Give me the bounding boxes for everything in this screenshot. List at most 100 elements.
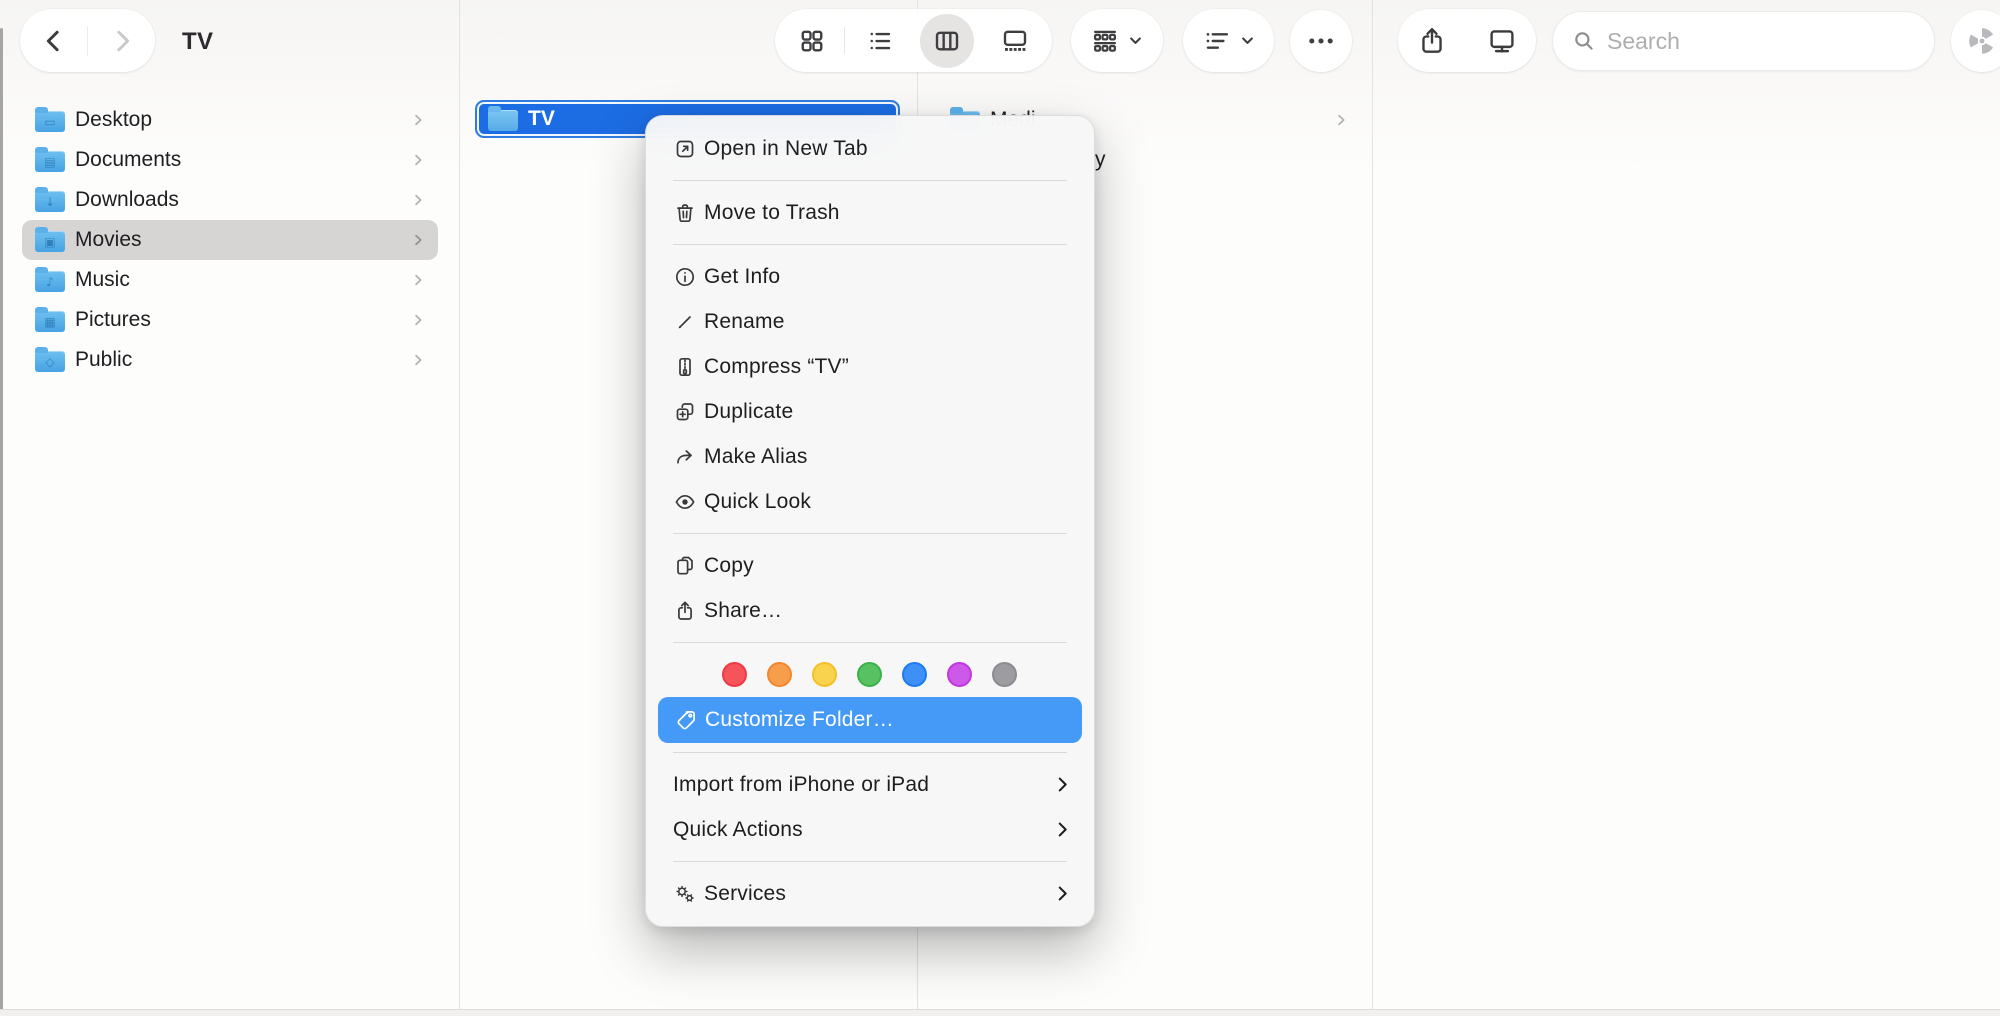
tag-blue[interactable] (902, 662, 927, 687)
menu-item-get-info[interactable]: Get Info (646, 254, 1094, 299)
folder-icon: ▣ (35, 227, 65, 252)
tag-green[interactable] (857, 662, 882, 687)
folder-icon: ◇ (35, 347, 65, 372)
folder-row-desktop[interactable]: ▭ Desktop (22, 100, 438, 140)
folder-icon: ↓ (35, 187, 65, 212)
chevron-right-icon (410, 232, 426, 248)
movies-emblem-icon: ▣ (44, 234, 56, 249)
public-emblem-icon: ◇ (45, 354, 55, 369)
folder-icon: ♪ (35, 267, 65, 292)
burn-button[interactable] (1951, 10, 2000, 72)
view-icons-button[interactable] (779, 9, 845, 72)
grid-view-icon (797, 26, 827, 56)
gears-icon (673, 882, 704, 906)
toolbar: TV (0, 0, 2000, 84)
sort-menu-button[interactable] (1183, 9, 1274, 72)
menu-separator (673, 533, 1067, 534)
back-button[interactable] (20, 9, 87, 72)
menu-item-open-in-new-tab[interactable]: Open in New Tab (646, 126, 1094, 171)
submenu-chevron-icon (1053, 775, 1072, 794)
folder-row-music[interactable]: ♪ Music (22, 260, 438, 300)
pencil-icon (673, 310, 704, 334)
chevron-down-icon (1238, 31, 1257, 50)
menu-separator (673, 642, 1067, 643)
nav-buttons (20, 9, 155, 72)
search-input[interactable] (1607, 27, 1916, 55)
menu-item-services[interactable]: Services (646, 871, 1094, 916)
chevron-right-icon (107, 26, 137, 56)
folder-icon: ▦ (35, 307, 65, 332)
display-button[interactable] (1472, 9, 1532, 72)
view-gallery-button[interactable] (982, 9, 1048, 72)
view-columns-button[interactable] (914, 9, 980, 72)
finder-window: { "theme": { "selection_blue": "#1c6ce3"… (0, 0, 2000, 1016)
tag-red[interactable] (722, 662, 747, 687)
tag-orange[interactable] (767, 662, 792, 687)
folder-icon: ▭ (35, 107, 65, 132)
chevron-down-icon (1126, 31, 1145, 50)
more-options-button[interactable] (1290, 10, 1352, 72)
menu-separator (673, 244, 1067, 245)
music-emblem-icon: ♪ (46, 274, 54, 289)
menu-item-quick-look[interactable]: Quick Look (646, 479, 1094, 524)
menu-item-duplicate[interactable]: Duplicate (646, 389, 1094, 434)
share-toolbar-group (1398, 9, 1536, 72)
chevron-right-icon (410, 312, 426, 328)
tag-icon (674, 708, 705, 732)
chevron-right-icon (410, 152, 426, 168)
info-icon (673, 265, 704, 289)
zip-icon (673, 355, 704, 379)
menu-separator (673, 180, 1067, 181)
pictures-emblem-icon: ▦ (44, 314, 56, 329)
chevron-right-icon (1333, 112, 1349, 128)
ellipsis-icon (1304, 24, 1338, 58)
copy-icon (673, 554, 704, 578)
burn-icon (1965, 24, 1999, 58)
folder-row-documents[interactable]: ▤ Documents (22, 140, 438, 180)
chevron-right-icon (410, 352, 426, 368)
open-in-new-tab-icon (673, 137, 704, 161)
chevron-right-icon (410, 272, 426, 288)
chevron-left-icon (39, 26, 69, 56)
tag-gray[interactable] (992, 662, 1017, 687)
folder-row-pictures[interactable]: ▦ Pictures (22, 300, 438, 340)
search-icon (1571, 28, 1597, 54)
tag-purple[interactable] (947, 662, 972, 687)
menu-item-copy[interactable]: Copy (646, 543, 1094, 588)
alias-arrow-icon (673, 445, 704, 469)
list-view-icon (865, 26, 895, 56)
menu-separator (673, 861, 1067, 862)
gallery-view-icon (1000, 26, 1030, 56)
folder-row-public[interactable]: ◇ Public (22, 340, 438, 380)
tag-colors-row (646, 652, 1094, 697)
context-menu: Open in New Tab Move to Trash Get Info R… (645, 115, 1095, 927)
search-field[interactable] (1552, 11, 1935, 71)
submenu-chevron-icon (1053, 884, 1072, 903)
menu-item-share[interactable]: Share… (646, 588, 1094, 633)
folder-row-movies[interactable]: ▣ Movies (22, 220, 438, 260)
horizontal-scrollbar-track[interactable] (0, 1009, 2000, 1016)
menu-separator (673, 752, 1067, 753)
window-title: TV (182, 28, 214, 55)
forward-button[interactable] (88, 9, 155, 72)
documents-emblem-icon: ▤ (44, 154, 56, 169)
group-by-button[interactable] (1071, 9, 1163, 72)
display-icon (1486, 25, 1518, 57)
menu-item-customize-folder[interactable]: Customize Folder… (658, 697, 1082, 743)
menu-item-compress[interactable]: Compress “TV” (646, 344, 1094, 389)
group-icon (1089, 25, 1121, 57)
trash-icon (673, 201, 704, 225)
share-icon (673, 599, 704, 623)
view-list-button[interactable] (847, 9, 913, 72)
column-home: ▭ Desktop ▤ Documents ↓ Downloads ▣ Movi… (0, 84, 459, 1009)
menu-item-rename[interactable]: Rename (646, 299, 1094, 344)
folder-row-downloads[interactable]: ↓ Downloads (22, 180, 438, 220)
folder-icon: ▤ (35, 147, 65, 172)
sort-list-icon (1201, 25, 1233, 57)
tag-yellow[interactable] (812, 662, 837, 687)
menu-item-move-to-trash[interactable]: Move to Trash (646, 190, 1094, 235)
menu-item-make-alias[interactable]: Make Alias (646, 434, 1094, 479)
share-button[interactable] (1402, 9, 1462, 72)
menu-item-import-from-iphone[interactable]: Import from iPhone or iPad (646, 762, 1094, 807)
menu-item-quick-actions[interactable]: Quick Actions (646, 807, 1094, 852)
